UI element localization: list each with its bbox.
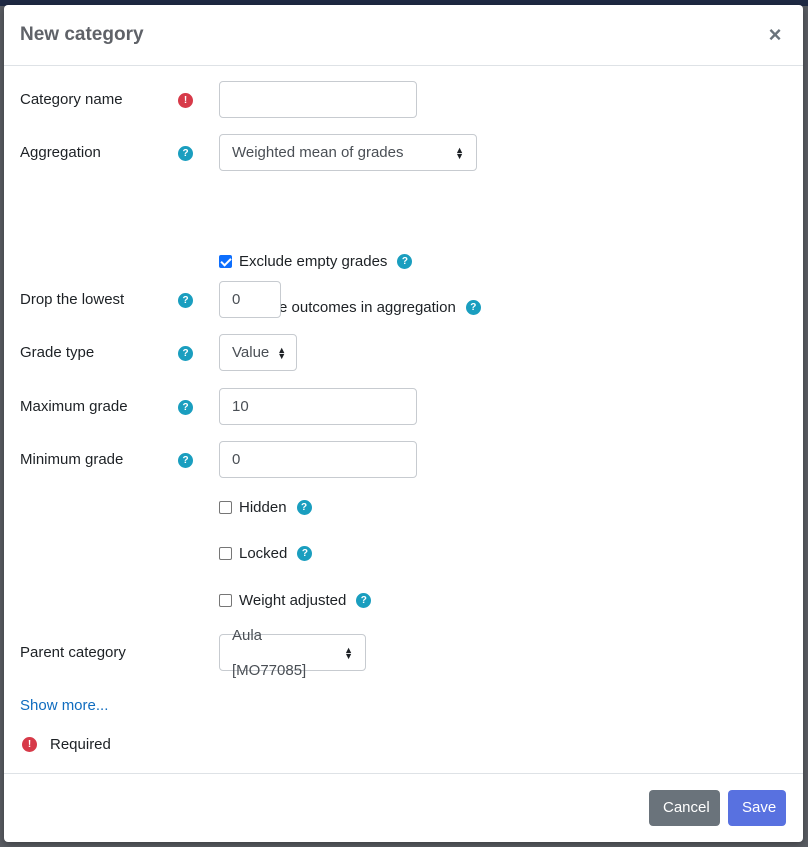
new-category-dialog: New category × Category name ! Aggregati… xyxy=(4,5,803,842)
parent-category-label: Parent category xyxy=(20,644,126,661)
weight-adjusted-row: Weight adjusted ? xyxy=(219,589,372,611)
minimum-grade-label: Minimum grade xyxy=(20,451,124,468)
grade-type-select[interactable]: Value ▲ ▼ xyxy=(219,334,297,371)
weight-adjusted-label: Weight adjusted xyxy=(239,591,347,609)
exclude-empty-checkbox[interactable] xyxy=(219,254,232,268)
required-icon: ! xyxy=(22,737,37,752)
dialog-body: Category name ! Aggregation ? Weighted m… xyxy=(4,66,803,773)
grade-type-selected-value: Value xyxy=(232,344,270,361)
drop-lowest-row: Drop the lowest ? xyxy=(20,281,787,319)
aggregation-selected-value: Weighted mean of grades xyxy=(232,144,404,161)
required-legend-text: Required xyxy=(50,736,111,753)
parent-category-select[interactable]: Aula [MO77085] ▲ ▼ xyxy=(219,627,366,679)
grade-type-row: Grade type ? Value ▲ ▼ xyxy=(20,334,787,372)
minimum-grade-input[interactable] xyxy=(219,441,417,478)
locked-row: Locked ? xyxy=(219,542,313,564)
help-icon[interactable]: ? xyxy=(178,346,193,361)
help-icon[interactable]: ? xyxy=(296,499,312,515)
dialog-header: New category × xyxy=(4,5,803,66)
minimum-grade-row: Minimum grade ? xyxy=(20,441,787,479)
category-name-input[interactable] xyxy=(219,81,417,118)
help-icon[interactable]: ? xyxy=(178,293,193,308)
close-button[interactable]: × xyxy=(763,23,787,47)
aggregation-label: Aggregation xyxy=(20,144,101,161)
drop-lowest-input[interactable] xyxy=(219,281,281,318)
help-icon[interactable]: ? xyxy=(178,400,193,415)
required-icon: ! xyxy=(178,93,193,108)
cancel-button[interactable]: Cancel xyxy=(649,790,720,826)
help-icon[interactable]: ? xyxy=(178,146,193,161)
exclude-empty-row: Exclude empty grades ? xyxy=(219,250,413,272)
help-icon[interactable]: ? xyxy=(178,453,193,468)
help-icon[interactable]: ? xyxy=(297,545,313,561)
weight-adjusted-checkbox[interactable] xyxy=(219,593,232,607)
save-button[interactable]: Save xyxy=(728,790,786,826)
drop-lowest-label: Drop the lowest xyxy=(20,291,125,308)
dialog-title: New category xyxy=(20,24,144,45)
maximum-grade-input[interactable] xyxy=(219,388,417,425)
category-name-row: Category name ! xyxy=(20,81,787,119)
grade-type-label: Grade type xyxy=(20,344,95,361)
maximum-grade-row: Maximum grade ? xyxy=(20,388,787,426)
locked-checkbox[interactable] xyxy=(219,546,232,560)
help-icon[interactable]: ? xyxy=(356,592,372,608)
hidden-checkbox[interactable] xyxy=(219,500,232,514)
show-more-link[interactable]: Show more... xyxy=(20,697,108,714)
help-icon[interactable]: ? xyxy=(397,253,413,269)
select-arrows-icon: ▲ ▼ xyxy=(455,144,464,161)
locked-label: Locked xyxy=(239,544,288,562)
select-arrows-icon: ▲ ▼ xyxy=(277,344,287,361)
exclude-empty-label: Exclude empty grades xyxy=(239,252,388,270)
aggregation-row: Aggregation ? Weighted mean of grades ▲ ▼ xyxy=(20,134,787,172)
category-name-label: Category name xyxy=(20,91,123,108)
maximum-grade-label: Maximum grade xyxy=(20,398,128,415)
select-arrows-icon: ▲ ▼ xyxy=(344,644,353,661)
dialog-footer: Cancel Save xyxy=(4,773,803,842)
parent-category-row: Parent category Aula [MO77085] ▲ ▼ xyxy=(20,627,787,679)
required-legend: ! Required xyxy=(20,736,111,753)
hidden-label: Hidden xyxy=(239,498,287,516)
parent-category-selected-value: Aula [MO77085] xyxy=(232,626,307,679)
aggregation-select[interactable]: Weighted mean of grades ▲ ▼ xyxy=(219,134,477,171)
hidden-row: Hidden ? xyxy=(219,496,312,518)
